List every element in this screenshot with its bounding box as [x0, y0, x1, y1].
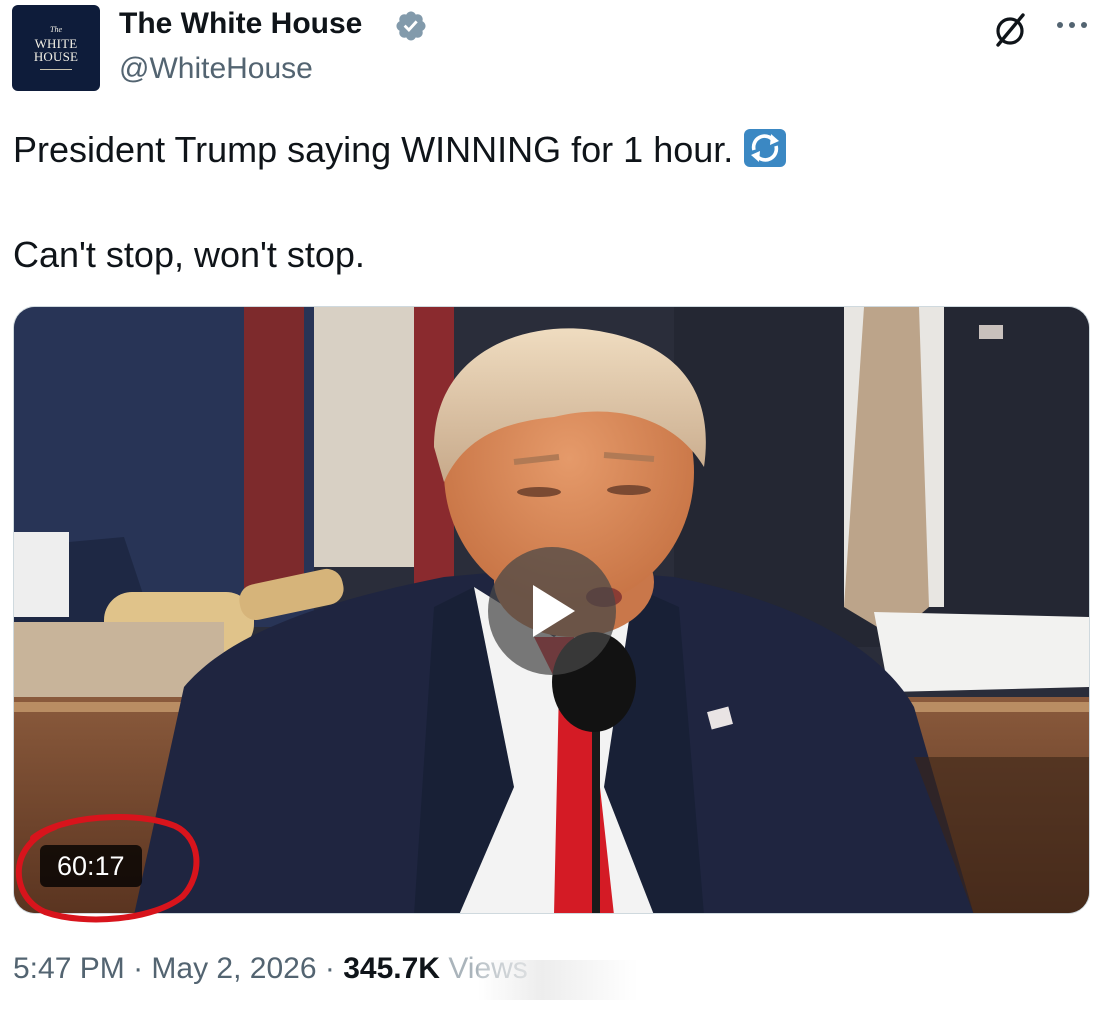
verified-badge-icon	[396, 11, 426, 41]
video-player[interactable]: 60:17	[13, 306, 1090, 914]
account-name[interactable]: The White House	[119, 7, 362, 41]
avatar-divider	[40, 69, 72, 70]
more-icon[interactable]	[1052, 15, 1092, 35]
play-button[interactable]	[488, 547, 616, 675]
tweet-card: The WHITE HOUSE The White House @WhiteHo…	[0, 0, 1107, 1012]
post-text-line-1: President Trump saying WINNING for 1 hou…	[13, 128, 787, 171]
avatar[interactable]: The WHITE HOUSE	[12, 5, 100, 91]
avatar-text-the: The	[50, 25, 62, 34]
post-text-line-2: Can't stop, won't stop.	[13, 234, 365, 275]
repeat-button-emoji-icon	[744, 129, 787, 167]
avatar-text-house: HOUSE	[33, 49, 79, 64]
meta-separator-2: ·	[324, 952, 335, 985]
post-time[interactable]: 5:47 PM	[13, 952, 125, 985]
post-text: President Trump saying WINNING for 1 hou…	[13, 129, 734, 170]
post-meta: 5:47 PM · May 2, 2026 · 345.7K Views	[13, 952, 528, 986]
play-icon	[533, 585, 575, 637]
post-date[interactable]: May 2, 2026	[151, 952, 316, 985]
watermark-overlay	[478, 960, 638, 1000]
views-count[interactable]: 345.7K	[343, 952, 440, 985]
account-handle[interactable]: @WhiteHouse	[119, 52, 313, 86]
video-duration-badge: 60:17	[40, 845, 142, 887]
grok-icon[interactable]	[990, 10, 1030, 50]
meta-separator: ·	[133, 952, 144, 985]
